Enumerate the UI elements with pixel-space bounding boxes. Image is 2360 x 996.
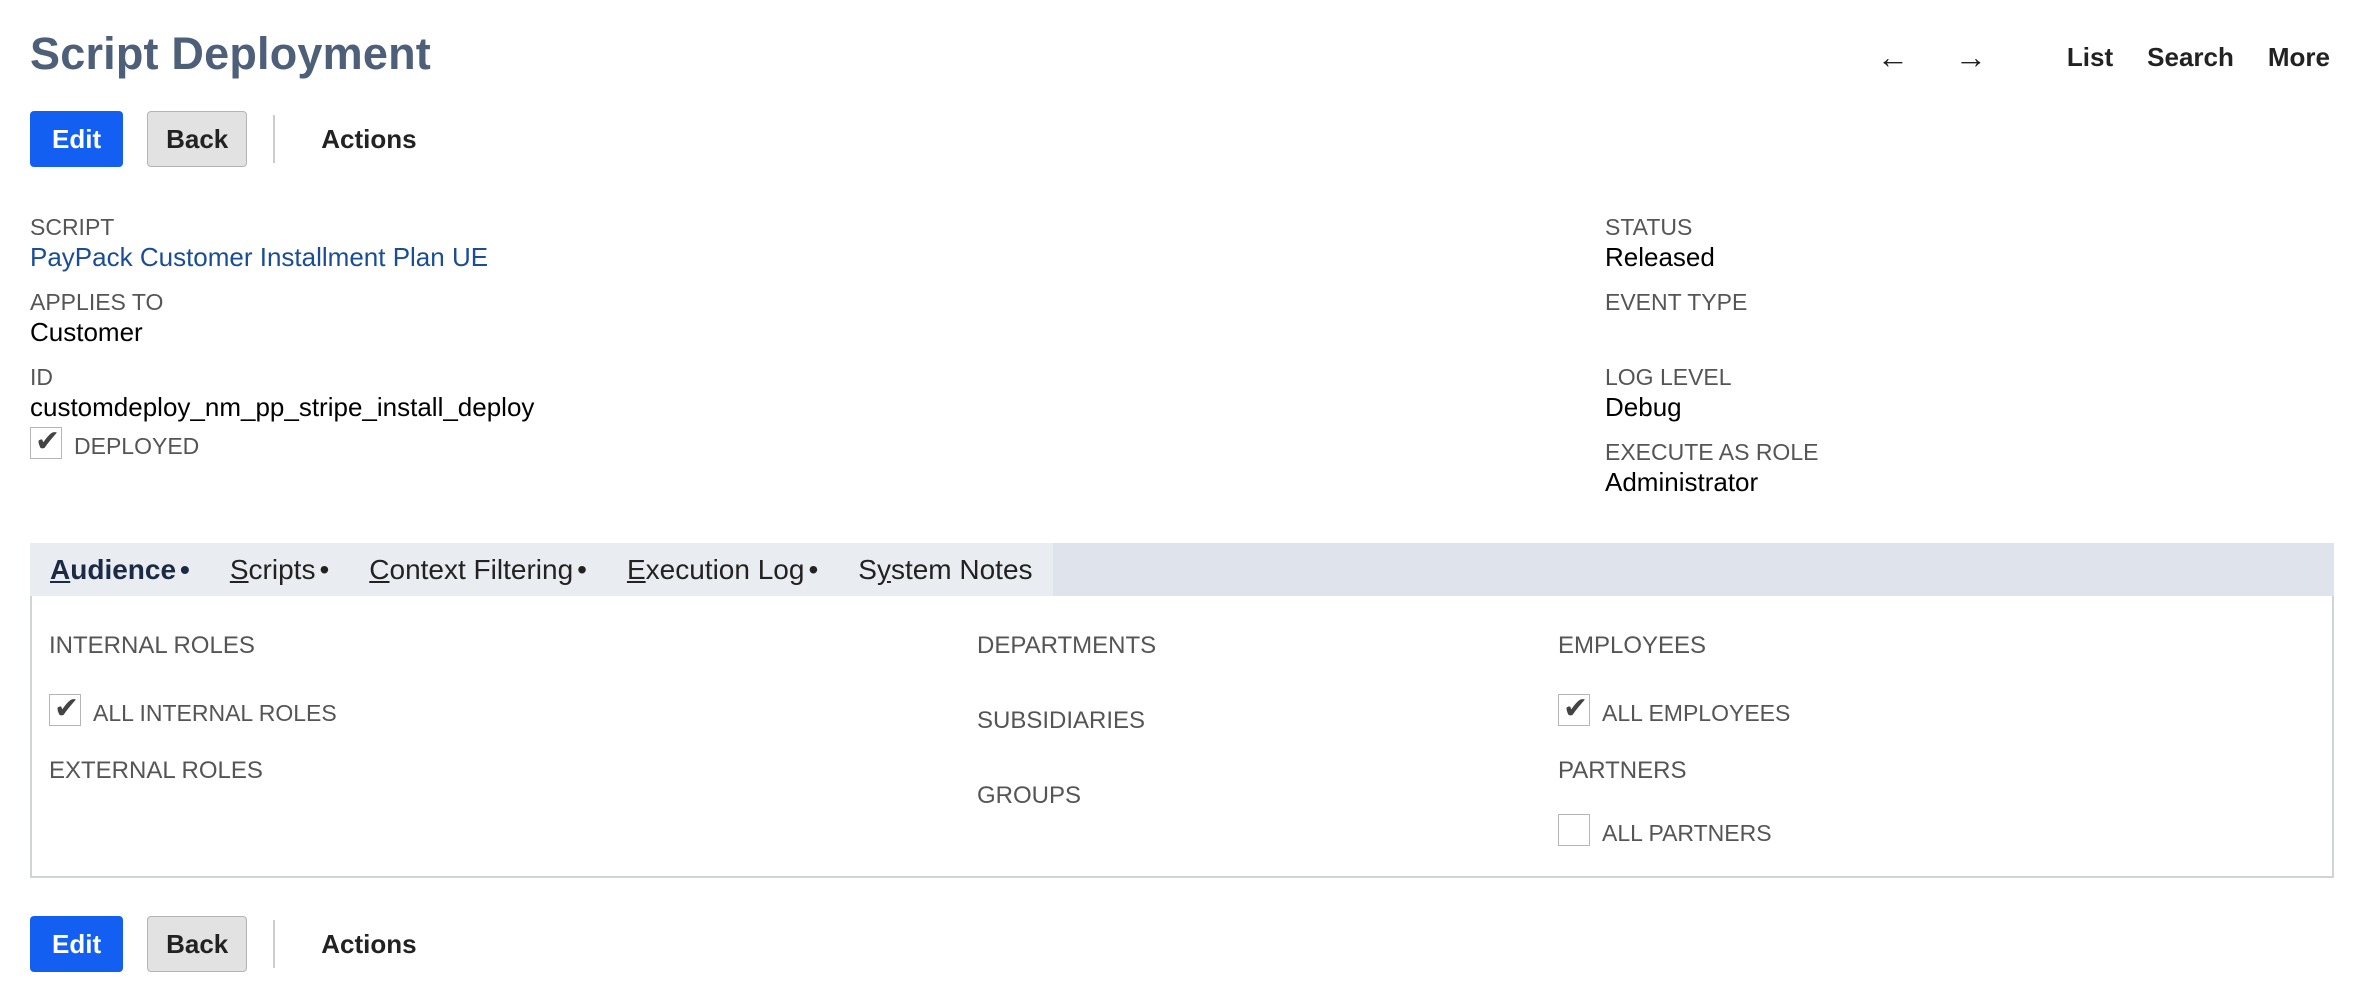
all-internal-roles-label: ALL INTERNAL ROLES (93, 700, 337, 726)
back-button-bottom[interactable]: Back (147, 916, 248, 972)
employees-label: EMPLOYEES (1558, 632, 1707, 659)
deployed-field: ✔ DEPLOYED (30, 425, 200, 459)
tab-context-filtering-bullet: • (577, 554, 587, 585)
log-level-label: LOG LEVEL (1605, 364, 1732, 390)
tab-audience[interactable]: Audience • (30, 543, 210, 596)
event-type-label: EVENT TYPE (1605, 289, 1748, 315)
tab-audience-label: udience (70, 554, 177, 585)
subtab-bar: Audience • Scripts • Context Filtering • Ex… (30, 543, 2334, 596)
subtab-list: Audience • Scripts • Context Filtering • Ex… (30, 543, 1053, 596)
more-link[interactable]: More (2268, 42, 2330, 73)
tab-audience-bullet: • (180, 554, 190, 585)
list-link[interactable]: List (2067, 42, 2113, 73)
search-link[interactable]: Search (2147, 42, 2234, 73)
back-button[interactable]: Back (147, 111, 248, 167)
tab-system-notes-prefix: S (858, 554, 877, 585)
edit-button-bottom[interactable]: Edit (30, 916, 124, 972)
all-employees-field: ✔ ALL EMPLOYEES (1558, 692, 1791, 726)
status-label: STATUS (1605, 214, 1693, 240)
edit-button[interactable]: Edit (30, 111, 124, 167)
applies-to-value: Customer (30, 317, 143, 347)
tab-execution-log-accesskey: E (626, 554, 646, 585)
all-internal-roles-field: ✔ ALL INTERNAL ROLES (49, 692, 337, 726)
external-roles-label: EXTERNAL ROLES (49, 757, 263, 784)
tab-execution-log-label: xecution Log (645, 554, 805, 585)
deployed-label: DEPLOYED (74, 433, 200, 459)
tab-scripts[interactable]: Scripts • (210, 543, 349, 596)
log-level-value: Debug (1605, 392, 1682, 422)
tab-scripts-accesskey: S (229, 554, 249, 585)
execute-as-role-value: Administrator (1605, 467, 1759, 497)
audience-panel: INTERNAL ROLES ✔ ALL INTERNAL ROLES EXTE… (30, 596, 2334, 878)
id-label: ID (30, 364, 53, 390)
status-value: Released (1605, 242, 1715, 272)
script-link[interactable]: PayPack Customer Installment Plan UE (30, 241, 488, 273)
tab-scripts-bullet: • (319, 554, 330, 585)
checkmark-icon: ✔ (1563, 692, 1589, 725)
all-partners-label: ALL PARTNERS (1602, 820, 1772, 846)
all-partners-checkbox[interactable] (1558, 814, 1590, 846)
previous-record-arrow-icon[interactable]: ← (1877, 40, 1909, 74)
execute-as-role-field: EXECUTE AS ROLE Administrator (1605, 438, 1818, 498)
id-field: ID customdeploy_nm_pp_stripe_install_dep… (30, 363, 534, 423)
record-navigation: ← → List Search More (1877, 40, 2330, 74)
status-field: STATUS Released (1605, 213, 1715, 273)
tab-audience-accesskey: A (50, 554, 71, 585)
tab-system-notes-label: stem Notes (890, 554, 1033, 585)
script-label: SCRIPT (30, 214, 115, 240)
tab-context-filtering-accesskey: C (369, 554, 390, 585)
tab-context-filtering[interactable]: Context Filtering • (349, 543, 607, 596)
execute-as-role-label: EXECUTE AS ROLE (1605, 439, 1819, 465)
internal-roles-label: INTERNAL ROLES (49, 632, 255, 659)
checkmark-icon: ✔ (54, 692, 80, 725)
all-employees-label: ALL EMPLOYEES (1602, 700, 1791, 726)
applies-to-field: APPLIES TO Customer (30, 288, 163, 348)
tab-scripts-label: cripts (248, 554, 316, 585)
all-employees-checkbox[interactable]: ✔ (1558, 692, 1590, 726)
all-partners-field: ALL PARTNERS (1558, 814, 1772, 846)
button-divider-bottom (273, 920, 276, 968)
bottom-button-bar: Edit Back Actions (30, 916, 417, 972)
deployed-checkbox[interactable]: ✔ (30, 425, 62, 459)
tab-context-filtering-label: ontext Filtering (389, 554, 574, 585)
actions-menu-bottom[interactable]: Actions (321, 929, 416, 960)
groups-label: GROUPS (977, 782, 1082, 809)
next-record-arrow-icon[interactable]: → (1955, 40, 1987, 74)
subsidiaries-label: SUBSIDIARIES (977, 707, 1146, 734)
top-button-bar: Edit Back Actions (30, 111, 417, 167)
partners-label: PARTNERS (1558, 757, 1687, 784)
page-title: Script Deployment (30, 28, 431, 79)
id-value: customdeploy_nm_pp_stripe_install_deploy (30, 392, 535, 422)
checkmark-icon: ✔ (35, 425, 61, 458)
log-level-field: LOG LEVEL Debug (1605, 363, 1732, 423)
tab-execution-log-bullet: • (808, 554, 819, 585)
applies-to-label: APPLIES TO (30, 289, 164, 315)
event-type-field: EVENT TYPE (1605, 288, 1747, 316)
script-field: SCRIPT PayPack Customer Installment Plan… (30, 213, 488, 273)
departments-label: DEPARTMENTS (977, 632, 1157, 659)
tab-system-notes-accesskey: y (876, 554, 891, 585)
tab-system-notes[interactable]: System Notes (838, 543, 1052, 596)
button-divider (273, 115, 276, 163)
all-internal-roles-checkbox[interactable]: ✔ (49, 692, 81, 726)
tab-execution-log[interactable]: Execution Log • (607, 543, 838, 596)
actions-menu[interactable]: Actions (321, 124, 416, 155)
